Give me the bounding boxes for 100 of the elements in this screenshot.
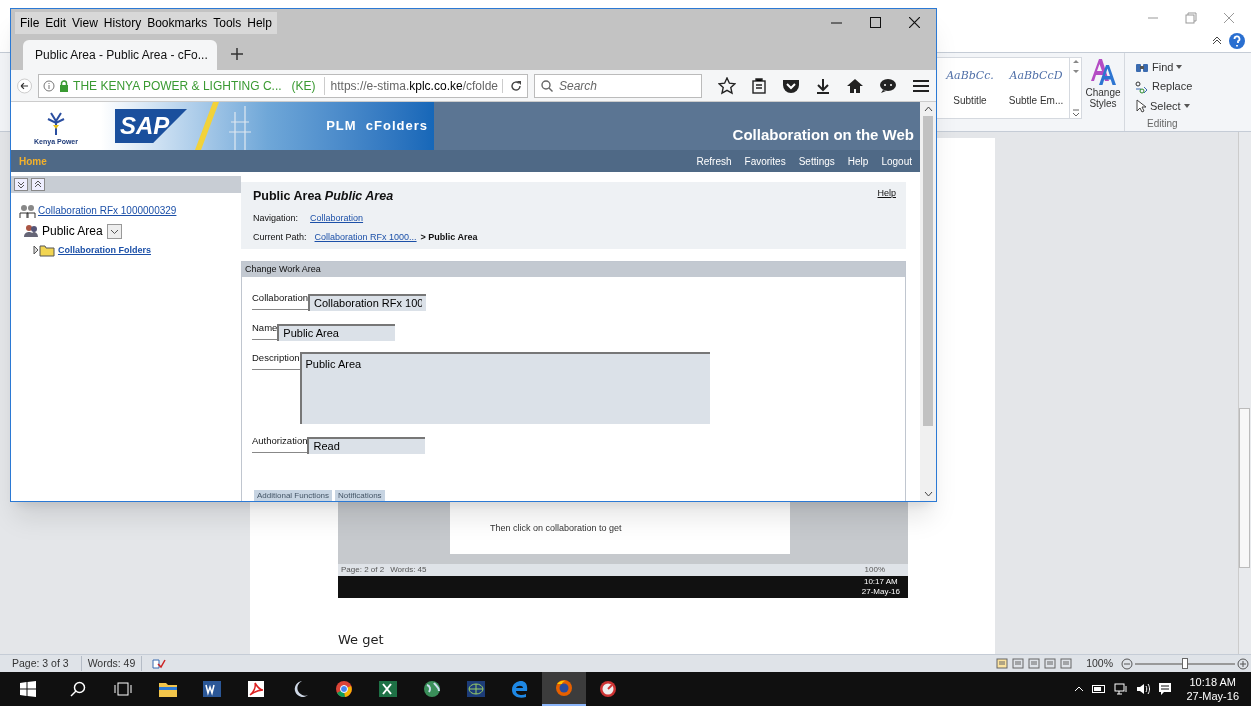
- search-field[interactable]: Search: [534, 73, 702, 98]
- field-label: Current Path:: [253, 231, 307, 245]
- scroll-up-icon[interactable]: [923, 106, 933, 112]
- tree-link[interactable]: Collaboration RFx 1000000329: [38, 203, 177, 218]
- tree-link[interactable]: Collaboration Folders: [58, 244, 151, 258]
- menu-item[interactable]: Bookmarks: [144, 13, 211, 32]
- change-styles-button[interactable]: Change Styles: [1082, 53, 1124, 131]
- menu-icon[interactable]: [912, 78, 930, 93]
- view-icon[interactable]: [1012, 658, 1025, 669]
- site-identity: THE KENYA POWER & LIGHTING C...: [73, 77, 282, 95]
- home-icon[interactable]: [846, 77, 864, 94]
- collapse-ribbon-icon[interactable]: [1211, 36, 1223, 46]
- scrollbar[interactable]: [920, 102, 936, 501]
- site-country: (KE): [291, 77, 316, 95]
- spreadsheet-icon: [378, 680, 398, 698]
- padlock-icon: [59, 79, 70, 92]
- address-bar[interactable]: THE KENYA POWER & LIGHTING C... (KE) https://e-stima.kplc.co.ke/cfolde: [38, 73, 528, 98]
- windows-start-icon[interactable]: [20, 681, 36, 697]
- scroll-down-icon[interactable]: [923, 491, 933, 497]
- description-field[interactable]: Public Area: [299, 351, 710, 424]
- editing-button[interactable]: Replace: [1135, 76, 1204, 97]
- style-label: Subtitle: [953, 93, 987, 108]
- network-icon[interactable]: [1114, 683, 1129, 695]
- editing-button[interactable]: Find: [1135, 57, 1204, 77]
- search-icon[interactable]: [70, 681, 86, 697]
- zoom-out-icon[interactable]: [1121, 657, 1133, 670]
- people-icon: [23, 224, 39, 238]
- company-logo-icon: [45, 110, 67, 137]
- browser-tab[interactable]: Public Area - Public Area - cFo...: [23, 40, 217, 70]
- menu-item[interactable]: File: [17, 13, 43, 32]
- expand-all-icon[interactable]: [14, 178, 28, 191]
- view-icon[interactable]: [1028, 658, 1041, 669]
- new-tab-icon[interactable]: [231, 48, 243, 60]
- zoom-in-icon[interactable]: [1237, 657, 1249, 670]
- close-icon[interactable]: [909, 17, 920, 28]
- menu-item[interactable]: Help: [244, 13, 275, 32]
- reload-icon[interactable]: [502, 78, 523, 93]
- document-text: Then click on collaboration to get: [490, 522, 622, 535]
- tab[interactable]: Additional Functions: [254, 490, 333, 501]
- download-icon[interactable]: [815, 77, 831, 94]
- style-sample: AaBbCcD: [1009, 68, 1063, 85]
- nav-link[interactable]: Help: [847, 153, 869, 169]
- menu-item[interactable]: Tools: [210, 13, 245, 32]
- maximize-icon[interactable]: [870, 17, 881, 28]
- view-icon[interactable]: [1060, 658, 1073, 669]
- nav-link[interactable]: Logout: [881, 153, 912, 169]
- navigation-link[interactable]: Collaboration: [310, 211, 364, 226]
- breadcrumb-link[interactable]: Collaboration RFx 1000...: [314, 231, 417, 245]
- notifications-icon[interactable]: [1158, 682, 1173, 696]
- view-icon[interactable]: [1044, 658, 1057, 669]
- proofing-icon[interactable]: [150, 657, 167, 670]
- pocket-icon[interactable]: [782, 77, 800, 94]
- help-icon[interactable]: [1229, 33, 1245, 49]
- help-link[interactable]: Help: [877, 187, 896, 201]
- menu-item[interactable]: History: [100, 13, 145, 32]
- style-sample: AaBbCc.: [946, 68, 994, 85]
- field-label: Navigation:: [253, 211, 299, 225]
- chevron-up-icon[interactable]: [1074, 686, 1085, 692]
- globe-icon: [466, 680, 486, 698]
- people-icon: [19, 203, 37, 218]
- folder-icon: [158, 680, 178, 698]
- gallery-scroll-icon[interactable]: [1071, 58, 1080, 76]
- collapse-all-icon[interactable]: [31, 178, 45, 191]
- dropdown-icon[interactable]: [106, 223, 122, 239]
- panel-title: Change Work Area: [242, 261, 905, 277]
- clock-date: 27-May-16: [861, 587, 900, 597]
- zoom-level: 100%: [1086, 655, 1113, 671]
- status-text: Page: 2 of 2: [341, 564, 385, 576]
- style-gallery-item[interactable]: AaBbCc. Subtitle: [937, 58, 1003, 118]
- star-icon[interactable]: [718, 76, 736, 95]
- nav-link[interactable]: Settings: [798, 153, 835, 169]
- scrollbar-thumb[interactable]: [923, 116, 933, 426]
- scrollbar-thumb[interactable]: [1239, 408, 1250, 568]
- style-label: Subtle Em...: [1008, 93, 1064, 108]
- speaker-icon[interactable]: [1136, 683, 1151, 695]
- nav-link[interactable]: Refresh: [696, 153, 732, 169]
- info-icon[interactable]: [43, 79, 56, 92]
- site-tagline: Collaboration on the Web: [731, 124, 915, 145]
- menu-item[interactable]: Edit: [42, 13, 70, 32]
- clipboard-icon[interactable]: [751, 77, 767, 94]
- view-icon[interactable]: [996, 658, 1009, 669]
- url-text: https://e-stima.kplc.co.ke/cfolde: [323, 76, 498, 95]
- chat-icon[interactable]: [879, 77, 897, 94]
- styles-icon: [1089, 57, 1117, 87]
- gallery-more-icon[interactable]: [1071, 108, 1080, 118]
- menu-item[interactable]: View: [69, 13, 101, 32]
- editing-button[interactable]: Select: [1135, 96, 1204, 116]
- status-text: Words: 45: [390, 564, 427, 576]
- text-field[interactable]: Read: [307, 436, 426, 454]
- zoom-slider-thumb[interactable]: [1182, 657, 1188, 669]
- browser-icon: [510, 680, 530, 698]
- style-gallery-item[interactable]: AaBbCcD Subtle Em...: [1003, 58, 1069, 118]
- tab[interactable]: Notifications: [335, 490, 385, 501]
- text-field[interactable]: Public Area: [277, 323, 396, 341]
- battery-icon[interactable]: [1092, 685, 1107, 693]
- clock[interactable]: 10:18 AM 27-May-16: [1186, 675, 1239, 703]
- nav-link[interactable]: Favorites: [744, 153, 786, 169]
- task-view-icon[interactable]: [114, 682, 132, 696]
- browser-icon: [334, 680, 354, 698]
- dropdown-caret-icon: [1183, 104, 1190, 109]
